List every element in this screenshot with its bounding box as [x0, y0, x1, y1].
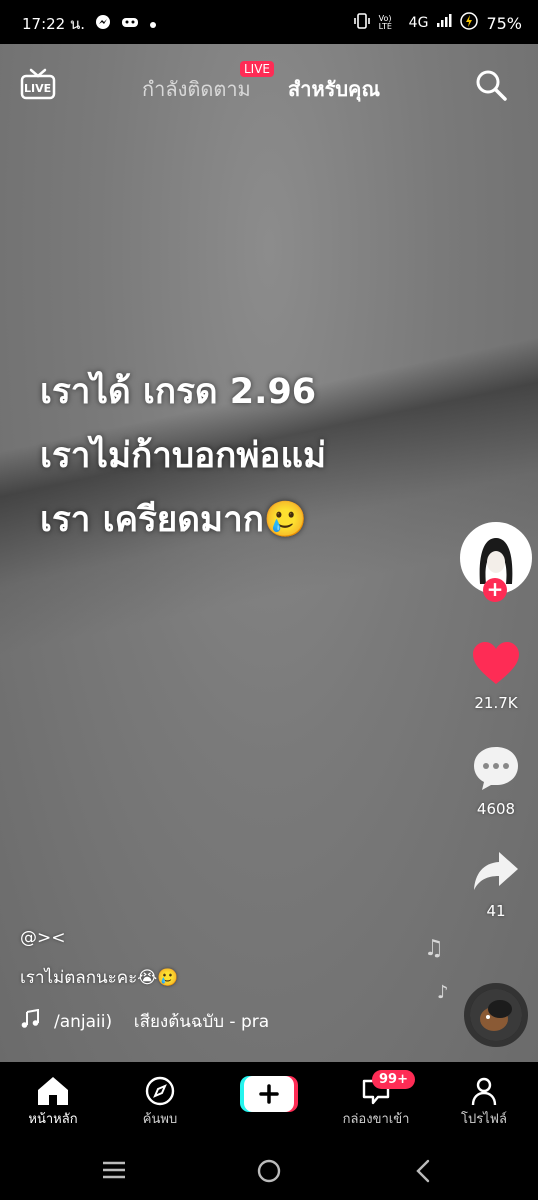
comment-action[interactable]: 4608: [456, 744, 536, 818]
search-icon: [476, 70, 507, 101]
system-nav-bar: [0, 1134, 538, 1200]
share-icon: [474, 852, 518, 890]
create-button[interactable]: [240, 1076, 298, 1112]
nav-inbox-label: กล่องขาเข้า: [342, 1112, 410, 1127]
tab-for-you[interactable]: สำหรับคุณ: [288, 73, 380, 105]
username[interactable]: @><: [20, 928, 66, 948]
top-nav: LIVE กำลังติดตาม LIVE สำหรับคุณ: [0, 60, 538, 110]
network-label: 4G: [408, 15, 429, 31]
recent-apps-icon[interactable]: [102, 1160, 126, 1184]
follow-plus-button[interactable]: +: [483, 578, 507, 602]
back-icon[interactable]: [414, 1158, 432, 1188]
post-caption: เราไม่ตลกนะคะ😭🥲: [20, 968, 179, 988]
floating-note-icon: ♫: [424, 936, 444, 961]
overlay-line: เราไม่ก้าบอกพ่อแม่: [40, 436, 327, 476]
plus-icon: [240, 1076, 298, 1112]
disc-cover-image: [470, 989, 522, 1041]
music-row[interactable]: /anjaii) เสียงต้นฉบับ - pra: [20, 1008, 269, 1035]
overlay-line: เรา เครียดมาก🥲: [40, 500, 308, 540]
status-bar: 17:22 น. Vo) LTE 4G 75%: [0, 0, 538, 44]
status-time: 17:22 น.: [22, 15, 86, 33]
compass-icon: [145, 1076, 175, 1106]
nav-discover-label: ค้นพบ: [142, 1112, 178, 1127]
tab-following[interactable]: กำลังติดตาม: [142, 73, 251, 105]
heart-icon: [473, 642, 519, 684]
like-count: 21.7K: [474, 694, 518, 712]
nav-discover[interactable]: ค้นพบ: [110, 1074, 210, 1129]
signal-icon: [436, 14, 452, 32]
music-disc[interactable]: [464, 983, 528, 1047]
share-action[interactable]: 41: [456, 848, 536, 920]
nav-profile-label: โปรไฟล์: [461, 1112, 507, 1127]
home-circle-icon[interactable]: [256, 1158, 282, 1188]
game-icon: [121, 15, 139, 33]
search-button[interactable]: [474, 68, 508, 102]
messenger-icon: [95, 14, 111, 34]
live-button[interactable]: LIVE: [20, 68, 56, 100]
vibrate-icon: [353, 13, 371, 33]
profile-icon: [471, 1077, 497, 1106]
nav-profile[interactable]: โปรไฟล์: [434, 1074, 534, 1129]
like-action[interactable]: 21.7K: [456, 640, 536, 712]
overlay-line: เราได้ เกรด 2.96: [40, 372, 317, 412]
notification-dot-icon: [149, 15, 157, 33]
live-badge: LIVE: [240, 61, 275, 77]
music-note-icon: [20, 1008, 40, 1034]
comment-count: 4608: [476, 800, 516, 818]
share-count: 41: [486, 902, 506, 920]
inbox-badge: 99+: [372, 1070, 415, 1089]
bottom-nav: หน้าหลัก ค้นพบ กล่องขาเข้า 99+ โปรไฟล์: [0, 1062, 538, 1134]
nav-home-label: หน้าหลัก: [28, 1112, 78, 1127]
live-label: LIVE: [24, 82, 52, 95]
comment-icon: [474, 747, 518, 790]
battery-label: 75%: [486, 13, 522, 33]
floating-note-icon: ♪: [437, 982, 449, 1003]
music-title: /anjaii) เสียงต้นฉบับ - pra: [54, 1012, 270, 1032]
nav-home[interactable]: หน้าหลัก: [3, 1074, 103, 1129]
home-icon: [38, 1077, 68, 1105]
volte-label: Vo) LTE: [378, 14, 392, 31]
video-overlay-text: เราได้ เกรด 2.96 เราไม่ก้าบอกพ่อแม่ เรา …: [40, 360, 460, 552]
battery-saver-icon: [460, 12, 479, 34]
